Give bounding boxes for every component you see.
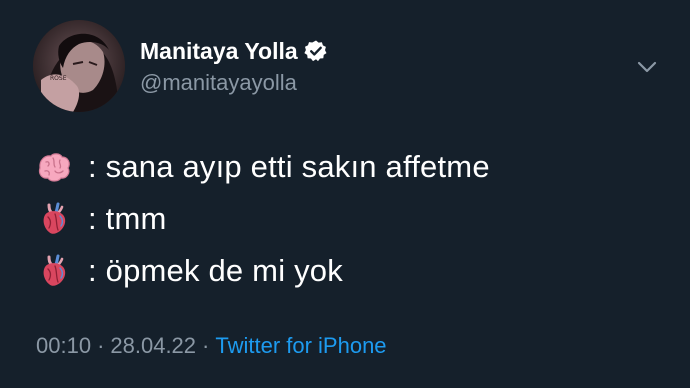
tweet-text: : sana ayıp etti sakın affetme : tmm: ö… (36, 141, 490, 297)
separator-dot: · (202, 333, 210, 358)
tweet-source-link[interactable]: Twitter for iPhone (215, 333, 386, 358)
verified-check-icon (304, 39, 328, 63)
tweet-metadata: 00:10 · 28.04.22 · Twitter for iPhone (36, 333, 387, 359)
tweet-line: : tmm (36, 193, 490, 245)
chevron-down-icon[interactable] (634, 56, 660, 78)
tweet-time[interactable]: 00:10 (36, 333, 91, 358)
brain-emoji (36, 149, 72, 185)
avatar[interactable]: ROSE (33, 20, 125, 112)
avatar-caption: ROSE (50, 75, 67, 82)
author-name-row: Manitaya Yolla (140, 36, 328, 66)
anatomical-heart-emoji (36, 253, 72, 289)
anatomical-heart-emoji (36, 201, 72, 237)
tweet-line: : öpmek de mi yok (36, 245, 490, 297)
tweet-card: ROSE Manitaya Yolla @manitayayolla : san… (0, 0, 690, 388)
tweet-line-text: : öpmek de mi yok (88, 253, 343, 288)
avatar-image: ROSE (33, 20, 125, 112)
tweet-line: : sana ayıp etti sakın affetme (36, 141, 490, 193)
tweet-line-text: : tmm (88, 201, 167, 236)
tweet-line-text: : sana ayıp etti sakın affetme (88, 149, 490, 184)
author-handle[interactable]: @manitayayolla (140, 70, 297, 96)
author-display-name[interactable]: Manitaya Yolla (140, 38, 298, 65)
separator-dot: · (97, 333, 105, 358)
tweet-date[interactable]: 28.04.22 (110, 333, 196, 358)
